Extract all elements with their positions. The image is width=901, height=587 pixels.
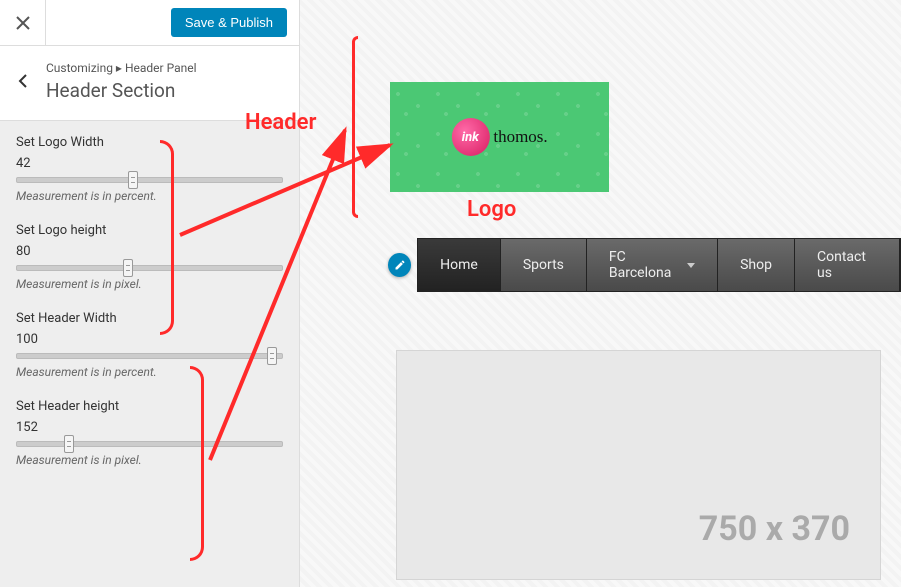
pencil-icon	[394, 259, 406, 271]
control-group: Set Logo height 80 Measurement is in pix…	[16, 223, 283, 291]
edit-shortcut-button[interactable]	[388, 253, 411, 277]
nav-item-home[interactable]: Home	[418, 239, 501, 291]
nav-item-contact-us[interactable]: Contact us	[795, 239, 900, 291]
control-value: 42	[16, 156, 283, 171]
logo-mark: ink	[451, 118, 489, 156]
slider-handle[interactable]	[128, 171, 138, 189]
slider[interactable]	[16, 177, 283, 183]
slider[interactable]	[16, 353, 283, 359]
back-button[interactable]	[0, 58, 46, 104]
slider-handle[interactable]	[267, 347, 277, 365]
placeholder-dimensions: 750 x 370	[699, 509, 850, 549]
control-label: Set Header height	[16, 399, 283, 414]
breadcrumb-panel: Header Panel	[125, 61, 197, 75]
nav-row: Home Sports FC Barcelona Shop Contact us	[388, 238, 901, 292]
logo-text: thomos.	[493, 127, 547, 147]
nav-item-label: Contact us	[817, 249, 877, 281]
nav-item-label: FC Barcelona	[609, 249, 681, 281]
preview-area: ink thomos. Home Sports FC Barcelona Shop Co…	[300, 0, 901, 587]
customizer-panel: Save & Publish Customizing ▸ Header Pane…	[0, 0, 300, 587]
control-group: Set Header height 152 Measurement is in …	[16, 399, 283, 467]
header-highlight-bracket	[352, 36, 358, 218]
save-publish-button[interactable]: Save & Publish	[171, 8, 287, 37]
controls-list: Set Logo Width 42 Measurement is in perc…	[0, 121, 299, 501]
control-label: Set Logo height	[16, 223, 283, 238]
control-label: Set Logo Width	[16, 135, 283, 150]
control-group: Set Logo Width 42 Measurement is in perc…	[16, 135, 283, 203]
slider[interactable]	[16, 441, 283, 447]
chevron-down-icon	[687, 263, 695, 268]
control-hint: Measurement is in pixel.	[16, 277, 283, 291]
control-label: Set Header Width	[16, 311, 283, 326]
nav-bar: Home Sports FC Barcelona Shop Contact us	[417, 238, 901, 292]
site-logo[interactable]: ink thomos.	[390, 82, 609, 192]
breadcrumb: Customizing ▸ Header Panel	[46, 61, 197, 75]
slider[interactable]	[16, 265, 283, 271]
panel-header: Save & Publish	[0, 0, 299, 46]
close-icon	[16, 16, 30, 30]
nav-item-label: Home	[440, 257, 478, 273]
nav-item-label: Shop	[740, 257, 772, 273]
close-button[interactable]	[0, 0, 46, 45]
slider-handle[interactable]	[123, 259, 133, 277]
nav-item-label: Sports	[523, 257, 564, 273]
control-hint: Measurement is in percent.	[16, 365, 283, 379]
site-header: ink thomos.	[382, 46, 901, 192]
chevron-left-icon	[18, 73, 28, 89]
nav-item-fc-barcelona[interactable]: FC Barcelona	[587, 239, 718, 291]
control-group: Set Header Width 100 Measurement is in p…	[16, 311, 283, 379]
slider-handle[interactable]	[64, 435, 74, 453]
content-placeholder: 750 x 370	[396, 350, 881, 580]
control-hint: Measurement is in pixel.	[16, 453, 283, 467]
nav-item-sports[interactable]: Sports	[501, 239, 587, 291]
control-value: 152	[16, 420, 283, 435]
section-header: Customizing ▸ Header Panel Header Sectio…	[0, 46, 299, 121]
control-value: 100	[16, 332, 283, 347]
control-value: 80	[16, 244, 283, 259]
breadcrumb-prefix: Customizing	[46, 61, 113, 75]
control-hint: Measurement is in percent.	[16, 189, 283, 203]
section-title: Header Section	[46, 79, 197, 102]
nav-item-shop[interactable]: Shop	[718, 239, 795, 291]
